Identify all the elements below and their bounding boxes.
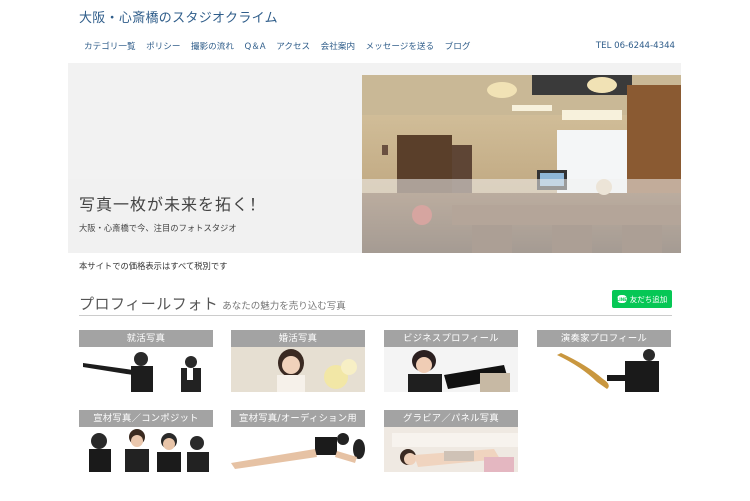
nav-item-shooting-flow[interactable]: 撮影の流れ bbox=[191, 40, 234, 52]
nav-item-policy[interactable]: ポリシー bbox=[146, 40, 180, 52]
card-promo-audition[interactable]: 宣材写真/オーディション用 bbox=[231, 410, 365, 472]
nav-item-blog[interactable]: ブログ bbox=[445, 40, 471, 52]
line-button-label: 友だち追加 bbox=[629, 294, 668, 304]
section-title: プロフィールフォト あなたの魅力を売り込む写真 bbox=[79, 293, 346, 314]
card-label: 宣材写真/オーディション用 bbox=[231, 410, 365, 427]
nav-item-company[interactable]: 会社案内 bbox=[321, 40, 355, 52]
main-nav: カテゴリ一覧 ポリシー 撮影の流れ Q＆A アクセス 会社案内 メッセージを送る… bbox=[84, 40, 481, 52]
card-label: 演奏家プロフィール bbox=[537, 330, 671, 347]
nav-item-category-list[interactable]: カテゴリ一覧 bbox=[84, 40, 136, 52]
line-icon: LINE bbox=[616, 295, 627, 303]
card-label: ビジネスプロフィール bbox=[384, 330, 518, 347]
hero-banner: 写真一枚が未来を拓く！ 大阪・心斎橋で今、注目のフォトスタジオ bbox=[68, 63, 681, 253]
card-photo bbox=[79, 427, 213, 472]
hero-title: 写真一枚が未来を拓く！ bbox=[79, 195, 267, 214]
card-label: 婚活写真 bbox=[231, 330, 365, 347]
site-title[interactable]: 大阪・心斎橋のスタジオクライム bbox=[79, 7, 278, 26]
nav-item-message[interactable]: メッセージを送る bbox=[366, 40, 435, 52]
phone-number[interactable]: TEL 06-6244-4344 bbox=[596, 41, 675, 51]
line-add-friend-button[interactable]: LINE 友だち追加 bbox=[612, 290, 672, 308]
card-gravure-panel[interactable]: グラビア／パネル写真 bbox=[384, 410, 518, 472]
tax-notice: 本サイトでの価格表示はすべて税別です bbox=[79, 261, 228, 271]
hero-subtitle: 大阪・心斎橋で今、注目のフォトスタジオ bbox=[79, 223, 237, 233]
card-label: 就活写真 bbox=[79, 330, 213, 347]
card-business-profile[interactable]: ビジネスプロフィール bbox=[384, 330, 518, 392]
card-job-hunting[interactable]: 就活写真 bbox=[79, 330, 213, 392]
card-photo bbox=[537, 347, 671, 392]
card-photo bbox=[79, 347, 213, 392]
card-promo-composite[interactable]: 宣材写真／コンポジット bbox=[79, 410, 213, 472]
card-label: 宣材写真／コンポジット bbox=[79, 410, 213, 427]
card-musician-profile[interactable]: 演奏家プロフィール bbox=[537, 330, 671, 392]
card-photo bbox=[384, 347, 518, 392]
nav-item-faq[interactable]: Q＆A bbox=[244, 40, 265, 52]
card-marriage-hunting[interactable]: 婚活写真 bbox=[231, 330, 365, 392]
section-subtitle: あなたの魅力を売り込む写真 bbox=[222, 301, 346, 312]
nav-item-access[interactable]: アクセス bbox=[276, 40, 310, 52]
card-photo bbox=[231, 427, 365, 472]
card-label: グラビア／パネル写真 bbox=[384, 410, 518, 427]
section-title-text: プロフィールフォト bbox=[79, 295, 219, 313]
section-divider bbox=[79, 315, 672, 316]
card-photo bbox=[384, 427, 518, 472]
card-photo bbox=[231, 347, 365, 392]
